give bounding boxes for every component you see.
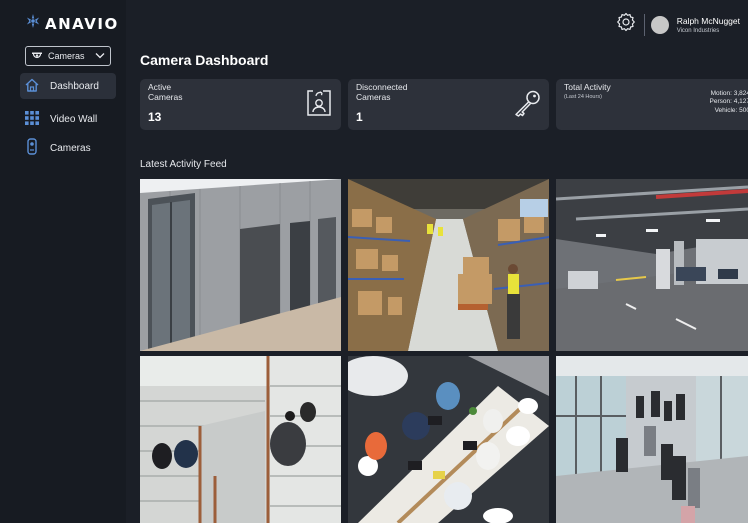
disconnected-cameras-card[interactable]: Disconnected Cameras 1 (348, 79, 549, 130)
vehicle-stat: Vehicle: 500 (714, 106, 748, 114)
active-cameras-card[interactable]: Active Cameras 13 (140, 79, 341, 130)
sidebar: ANAVIO Cameras Dashboard Video Wall Came… (0, 0, 126, 523)
feed-tile-parking-garage[interactable] (556, 179, 748, 351)
card-label-line: Cameras (356, 91, 391, 102)
motion-stat: Motion: 3,824 (710, 90, 748, 97)
disconnected-cameras-count: 1 (356, 110, 363, 124)
camera-dome-icon (31, 51, 43, 62)
camera-select-value: Cameras (48, 51, 85, 61)
chevron-down-icon (95, 51, 105, 61)
activity-stats: Motion: 3,824 Person: 4,127 Vehicle: 500 (710, 90, 748, 115)
feed-tile-warehouse-aisle[interactable] (348, 179, 549, 351)
nav-item-label: Cameras (50, 142, 91, 154)
grid-icon (24, 110, 40, 129)
activity-feed-title: Latest Activity Feed (140, 159, 227, 170)
card-sublabel: (Last 24 Hours) (564, 93, 602, 100)
feed-tile-lobby-crowd[interactable] (556, 356, 748, 523)
nav-item-label: Dashboard (50, 80, 99, 92)
nav-item-video-wall[interactable]: Video Wall (20, 106, 116, 132)
logo[interactable]: ANAVIO (25, 13, 119, 34)
nav-item-label: Video Wall (50, 113, 98, 125)
brand-mark-icon (25, 13, 41, 34)
avatar[interactable] (650, 15, 669, 34)
nav-item-dashboard[interactable]: Dashboard (20, 73, 116, 99)
brand-name: ANAVIO (45, 14, 119, 33)
camera-device-icon (24, 137, 40, 159)
home-icon (24, 77, 40, 96)
gear-icon[interactable] (616, 12, 636, 37)
user-name: Ralph McNugget (676, 15, 740, 26)
card-label: Active Cameras (148, 82, 183, 103)
person-stat: Person: 4,127 (709, 98, 748, 106)
page-title: Camera Dashboard (140, 52, 269, 68)
user-bar: Ralph McNugget Vicon Industries (616, 12, 740, 37)
camera-select[interactable]: Cameras (25, 46, 111, 66)
total-activity-card[interactable]: Total Activity (Last 24 Hours) Motion: 3… (556, 79, 748, 130)
feed-tile-staircase-people[interactable] (140, 356, 341, 523)
card-label: Total Activity (Last 24 Hours) (564, 82, 611, 100)
nav-item-cameras[interactable]: Cameras (20, 135, 116, 161)
camera-person-icon (305, 88, 333, 123)
key-icon (513, 88, 543, 123)
card-label-line: Cameras (148, 91, 183, 102)
feed-tile-building-exterior[interactable] (140, 179, 341, 351)
card-label: Disconnected Cameras (356, 82, 408, 103)
active-cameras-count: 13 (148, 110, 162, 124)
card-label-line: Total Activity (564, 82, 611, 92)
user-org: Vicon Industries (676, 27, 720, 34)
feed-tile-office-meeting[interactable] (348, 356, 549, 523)
divider (643, 13, 645, 36)
user-info[interactable]: Ralph McNugget Vicon Industries (677, 16, 740, 34)
